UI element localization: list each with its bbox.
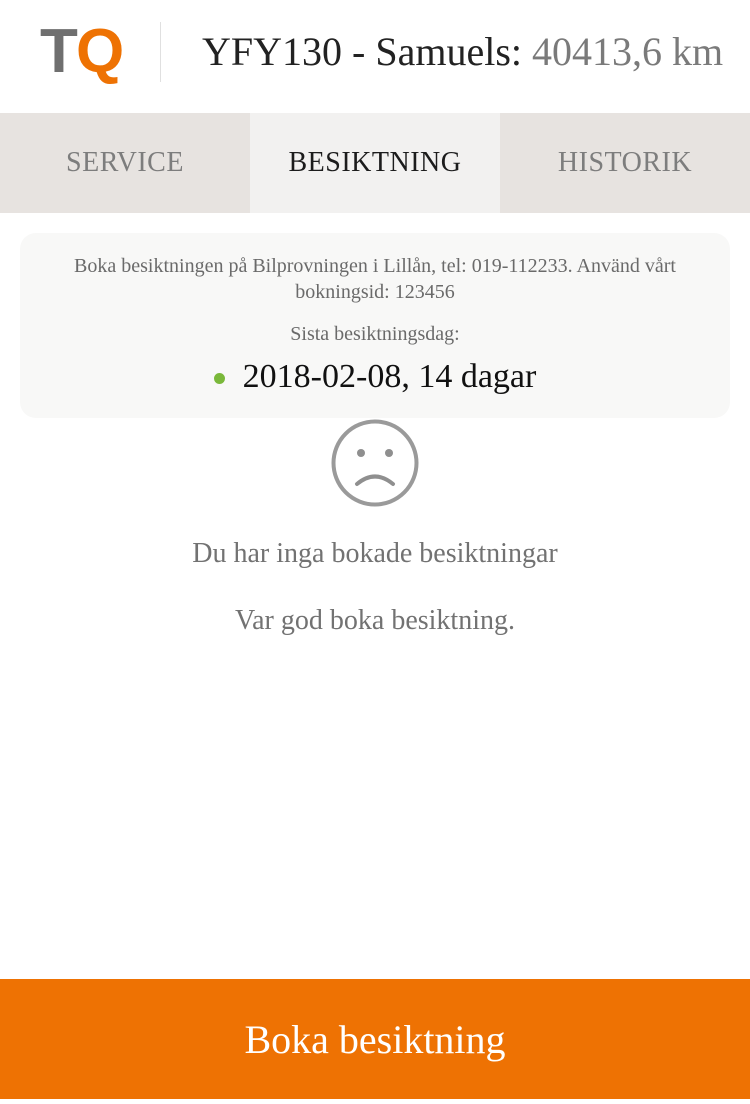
vehicle-name: YFY130 - Samuels: <box>202 29 532 74</box>
tab-historik[interactable]: HISTORIK <box>500 113 750 213</box>
tq-logo: T Q <box>38 17 125 86</box>
status-dot-icon <box>213 372 225 384</box>
empty-state-message: Du har inga bokade besiktningar <box>192 538 558 569</box>
page-title: YFY130 - Samuels: 40413,6 km <box>202 28 723 76</box>
booking-instructions: Boka besiktningen på Bilprovningen i Lil… <box>74 255 676 303</box>
last-inspection-label: Sista besiktningsdag: <box>290 323 460 345</box>
logo-letter-q: Q <box>76 17 125 86</box>
tab-besiktning[interactable]: BESIKTNING <box>250 113 500 213</box>
vehicle-mileage: 40413,6 km <box>532 29 724 74</box>
logo-letter-t: T <box>40 17 78 86</box>
tab-bar: SERVICE BESIKTNING HISTORIK <box>0 113 750 213</box>
last-inspection-date: 2018-02-08, 14 dagar <box>242 358 537 395</box>
inspection-info-card: Boka besiktningen på Bilprovningen i Lil… <box>20 233 730 418</box>
sad-face-icon <box>331 419 419 507</box>
tab-service[interactable]: SERVICE <box>0 113 250 213</box>
empty-state-hint: Var god boka besiktning. <box>235 605 515 636</box>
header-divider <box>160 22 161 82</box>
app-header: T Q YFY130 - Samuels: 40413,6 km <box>0 0 750 113</box>
book-inspection-button[interactable]: Boka besiktning <box>0 979 750 1099</box>
last-inspection-row: 2018-02-08, 14 dagar <box>20 357 730 397</box>
